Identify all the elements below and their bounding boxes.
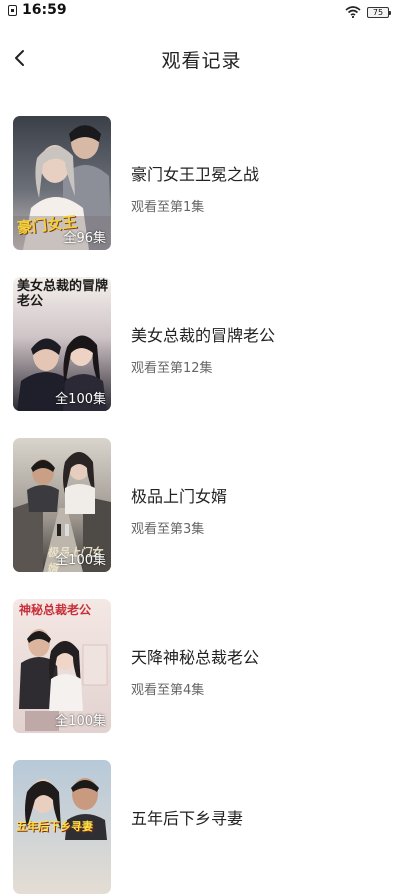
cover-logo-text: 五年后下乡寻妻 xyxy=(16,820,93,833)
watch-progress: 观看至第12集 xyxy=(131,361,213,376)
watch-progress: 观看至第4集 xyxy=(131,683,205,698)
drama-cover[interactable]: 五年后下乡寻妻 xyxy=(13,760,111,894)
status-left: 16:59 xyxy=(8,2,67,18)
cover-logo-text: 神秘总裁老公 xyxy=(19,603,92,617)
drama-cover[interactable]: 极品上门女婿 全100集 xyxy=(13,438,111,572)
drama-cover[interactable]: 豪门女王 全96集 xyxy=(13,116,111,250)
drama-title: 豪门女王卫冕之战 xyxy=(131,165,260,184)
history-item[interactable]: 神秘总裁老公 全100集 天降神秘总裁老公 观看至第4集 xyxy=(0,599,403,735)
drama-title: 天降神秘总裁老公 xyxy=(131,648,260,667)
history-item[interactable]: 极品上门女婿 全100集 极品上门女婿 观看至第3集 xyxy=(0,438,403,574)
cover-logo-text: 美女总裁的冒牌老公 xyxy=(17,279,109,309)
page-title: 观看记录 xyxy=(161,50,242,72)
header: 观看记录 xyxy=(0,36,403,80)
status-bar: 16:59 75 xyxy=(0,0,403,22)
drama-title: 极品上门女婿 xyxy=(131,487,228,506)
drama-title: 五年后下乡寻妻 xyxy=(131,809,244,828)
episode-count-badge: 全100集 xyxy=(55,553,106,568)
watch-progress: 观看至第1集 xyxy=(131,200,205,215)
episode-count-badge: 全100集 xyxy=(55,714,106,729)
status-right: 75 xyxy=(345,3,391,22)
drama-cover[interactable]: 美女总裁的冒牌老公 全100集 xyxy=(13,277,111,411)
drama-title: 美女总裁的冒牌老公 xyxy=(131,326,276,345)
episode-count-badge: 全100集 xyxy=(55,392,106,407)
drama-cover[interactable]: 神秘总裁老公 全100集 xyxy=(13,599,111,733)
battery-icon: 75 xyxy=(367,7,391,18)
history-item[interactable]: 美女总裁的冒牌老公 全100集 美女总裁的冒牌老公 观看至第12集 xyxy=(0,277,403,413)
episode-count-badge: 全96集 xyxy=(63,231,106,246)
history-item[interactable]: 五年后下乡寻妻 五年后下乡寻妻 xyxy=(0,760,403,896)
history-item[interactable]: 豪门女王 全96集 豪门女王卫冕之战 观看至第1集 xyxy=(0,116,403,252)
wifi-icon xyxy=(345,3,361,22)
watch-progress: 观看至第3集 xyxy=(131,522,205,537)
sim-icon xyxy=(8,4,17,16)
status-time: 16:59 xyxy=(22,2,67,18)
